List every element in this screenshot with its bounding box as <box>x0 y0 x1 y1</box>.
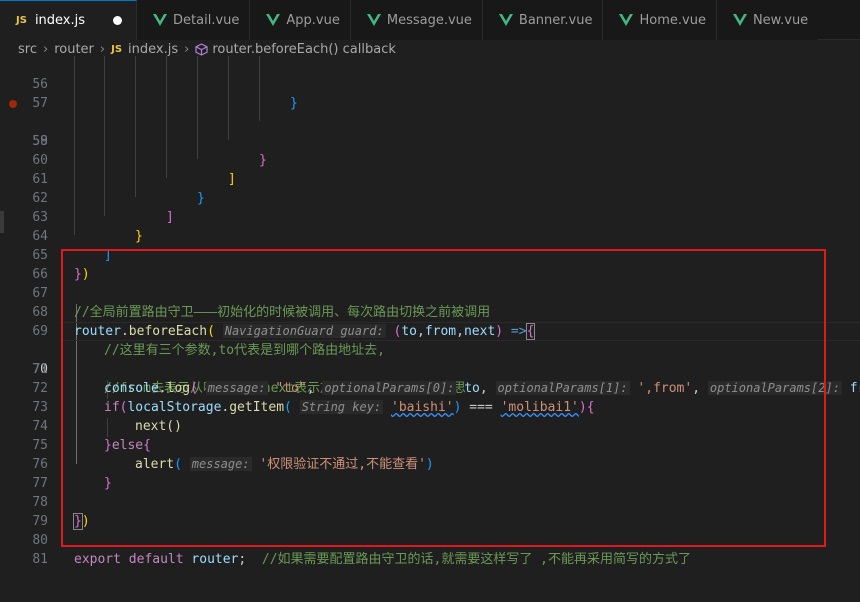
line-number: 81 <box>32 552 48 567</box>
vue-file-icon <box>153 14 168 26</box>
tab-index-js[interactable]: JS index.js <box>0 0 138 40</box>
tab-home-vue[interactable]: Home.vue <box>603 0 717 40</box>
tab-label: Banner.vue <box>518 12 593 28</box>
tab-label: index.js <box>34 13 86 28</box>
code-line: 63 } <box>0 189 860 244</box>
code-line: 56 } <box>0 56 860 111</box>
chevron-right-icon: › <box>42 41 49 57</box>
code-line: 62 ] <box>0 170 860 225</box>
js-file-icon: JS <box>16 15 27 26</box>
breakpoint-icon[interactable] <box>9 100 17 108</box>
code-text: export default router; //如果需要配置路由守卫的话,就需… <box>74 552 692 567</box>
tab-new-vue[interactable]: New.vue <box>716 0 819 40</box>
code-line: 60 ] <box>0 132 860 187</box>
code-line: 61 } <box>0 151 860 206</box>
code-line: 64 ] <box>0 208 860 263</box>
breadcrumb-item-src[interactable]: src <box>18 42 37 57</box>
vue-file-icon <box>498 14 513 26</box>
editor-tab-bar: JS index.js Detail.vue App.vue Message.v… <box>0 0 860 40</box>
code-editor[interactable]: 56 } 57 58 59 } 60 ] 61 } 62 ] 63 } 64 ]… <box>0 56 860 602</box>
highlight-box <box>61 249 826 547</box>
code-line: 59 } <box>0 113 860 168</box>
vue-file-icon <box>732 14 747 26</box>
tab-detail-vue[interactable]: Detail.vue <box>137 0 251 40</box>
tab-app-vue[interactable]: App.vue <box>250 0 351 40</box>
code-line: 58 <box>0 94 860 149</box>
breadcrumb-item-router[interactable]: router <box>54 42 94 57</box>
chevron-right-icon: › <box>184 41 190 57</box>
code-line: 65 }) <box>0 227 860 282</box>
tab-label: New.vue <box>752 12 809 28</box>
js-file-icon: JS <box>111 43 123 55</box>
tab-label: Message.vue <box>386 12 472 28</box>
tab-label: App.vue <box>286 12 340 28</box>
vue-file-icon <box>266 14 281 26</box>
method-cube-icon <box>195 42 208 56</box>
unsaved-dot-icon[interactable] <box>113 16 123 25</box>
breadcrumb-item-file[interactable]: index.js <box>128 42 178 57</box>
vue-file-icon <box>619 14 634 26</box>
tab-banner-vue[interactable]: Banner.vue <box>482 0 604 40</box>
tab-label: Home.vue <box>639 12 706 28</box>
tab-message-vue[interactable]: Message.vue <box>350 0 483 40</box>
breadcrumb-item-symbol[interactable]: router.beforeEach() callback <box>212 42 396 57</box>
vue-file-icon <box>366 14 381 26</box>
chevron-right-icon: › <box>99 41 106 57</box>
tab-label: Detail.vue <box>173 12 240 28</box>
code-line: 57 <box>0 75 860 111</box>
